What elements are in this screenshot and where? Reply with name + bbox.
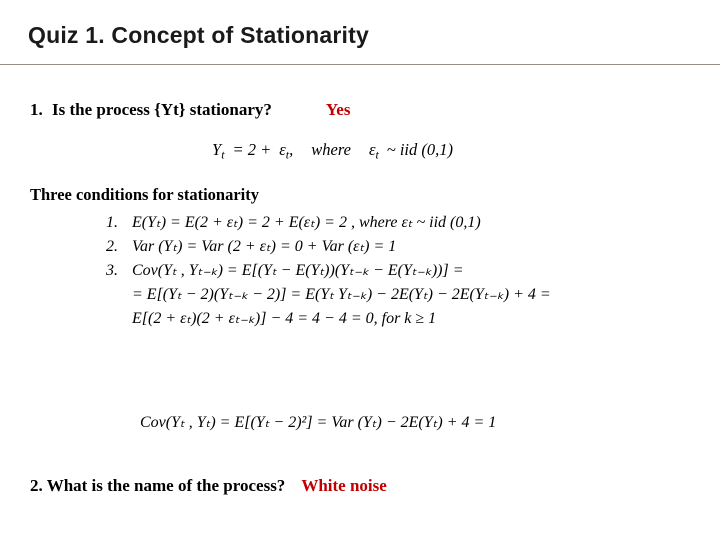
main-equation-comma: , [289, 140, 294, 159]
title-divider [0, 64, 720, 65]
main-equation-lhs: Y [212, 140, 222, 159]
condition-row: 3. Cov(Yₜ , Yₜ₋ₖ) = E[(Yₜ − E(Yₜ))(Yₜ₋ₖ … [106, 260, 696, 280]
conditions-list: 1. E(Yₜ) = E(2 + εₜ) = 2 + E(εₜ) = 2 , w… [106, 212, 696, 332]
main-equation-eps2-sub: t [375, 147, 379, 162]
question-2-row: 2. What is the name of the process? Whit… [30, 476, 387, 496]
condition-row: 1. E(Yₜ) = E(2 + εₜ) = 2 + E(εₜ) = 2 , w… [106, 212, 696, 232]
page-title: Quiz 1. Concept of Stationarity [28, 22, 370, 48]
condition-line: Var (Yₜ) = Var (2 + εₜ) = 0 + Var (εₜ) =… [132, 238, 397, 255]
condition-continuation-line: = E[(Yₜ − 2)(Yₜ₋ₖ − 2)] = E(Yₜ Yₜ₋ₖ) − 2… [132, 286, 551, 303]
condition-line: Cov(Yₜ , Yₜ₋ₖ) = E[(Yₜ − E(Yₜ))(Yₜ₋ₖ − E… [132, 262, 464, 279]
covariance-equation: Cov(Yₜ , Yₜ) = E[(Yₜ − 2)²] = Var (Yₜ) −… [140, 414, 497, 431]
main-equation-dist: ~ iid (0,1) [386, 140, 453, 159]
condition-number: 1. [106, 214, 118, 231]
condition-line: E(Yₜ) = E(2 + εₜ) = 2 + E(εₜ) = 2 , wher… [132, 214, 481, 231]
condition-number: 3. [106, 262, 118, 279]
main-equation-where: where [311, 140, 351, 159]
question-2-answer: White noise [301, 476, 387, 495]
question-1-answer: Yes [325, 100, 351, 119]
slide: Quiz 1. Concept of Stationarity 1. Is th… [0, 0, 720, 540]
main-equation-lhs-sub: t [221, 147, 225, 162]
main-equation: Yt = 2 + εt, where εt ~ iid (0,1) [212, 140, 453, 162]
condition-continuation-line: E[(2 + εₜ)(2 + εₜ₋ₖ)] − 4 = 4 − 4 = 0, f… [132, 310, 437, 327]
question-1-row: 1. Is the process {Yt} stationary? Yes [30, 100, 690, 120]
question-2-text: 2. What is the name of the process? [30, 476, 286, 495]
question-1-text: Is the process {Yt} stationary? [52, 100, 272, 119]
condition-number: 2. [106, 238, 118, 255]
condition-row: 2. Var (Yₜ) = Var (2 + εₜ) = 0 + Var (εₜ… [106, 236, 696, 256]
question-1-number: 1. [30, 100, 43, 119]
main-equation-body: = 2 + [232, 140, 272, 159]
conditions-heading: Three conditions for stationarity [30, 185, 260, 204]
